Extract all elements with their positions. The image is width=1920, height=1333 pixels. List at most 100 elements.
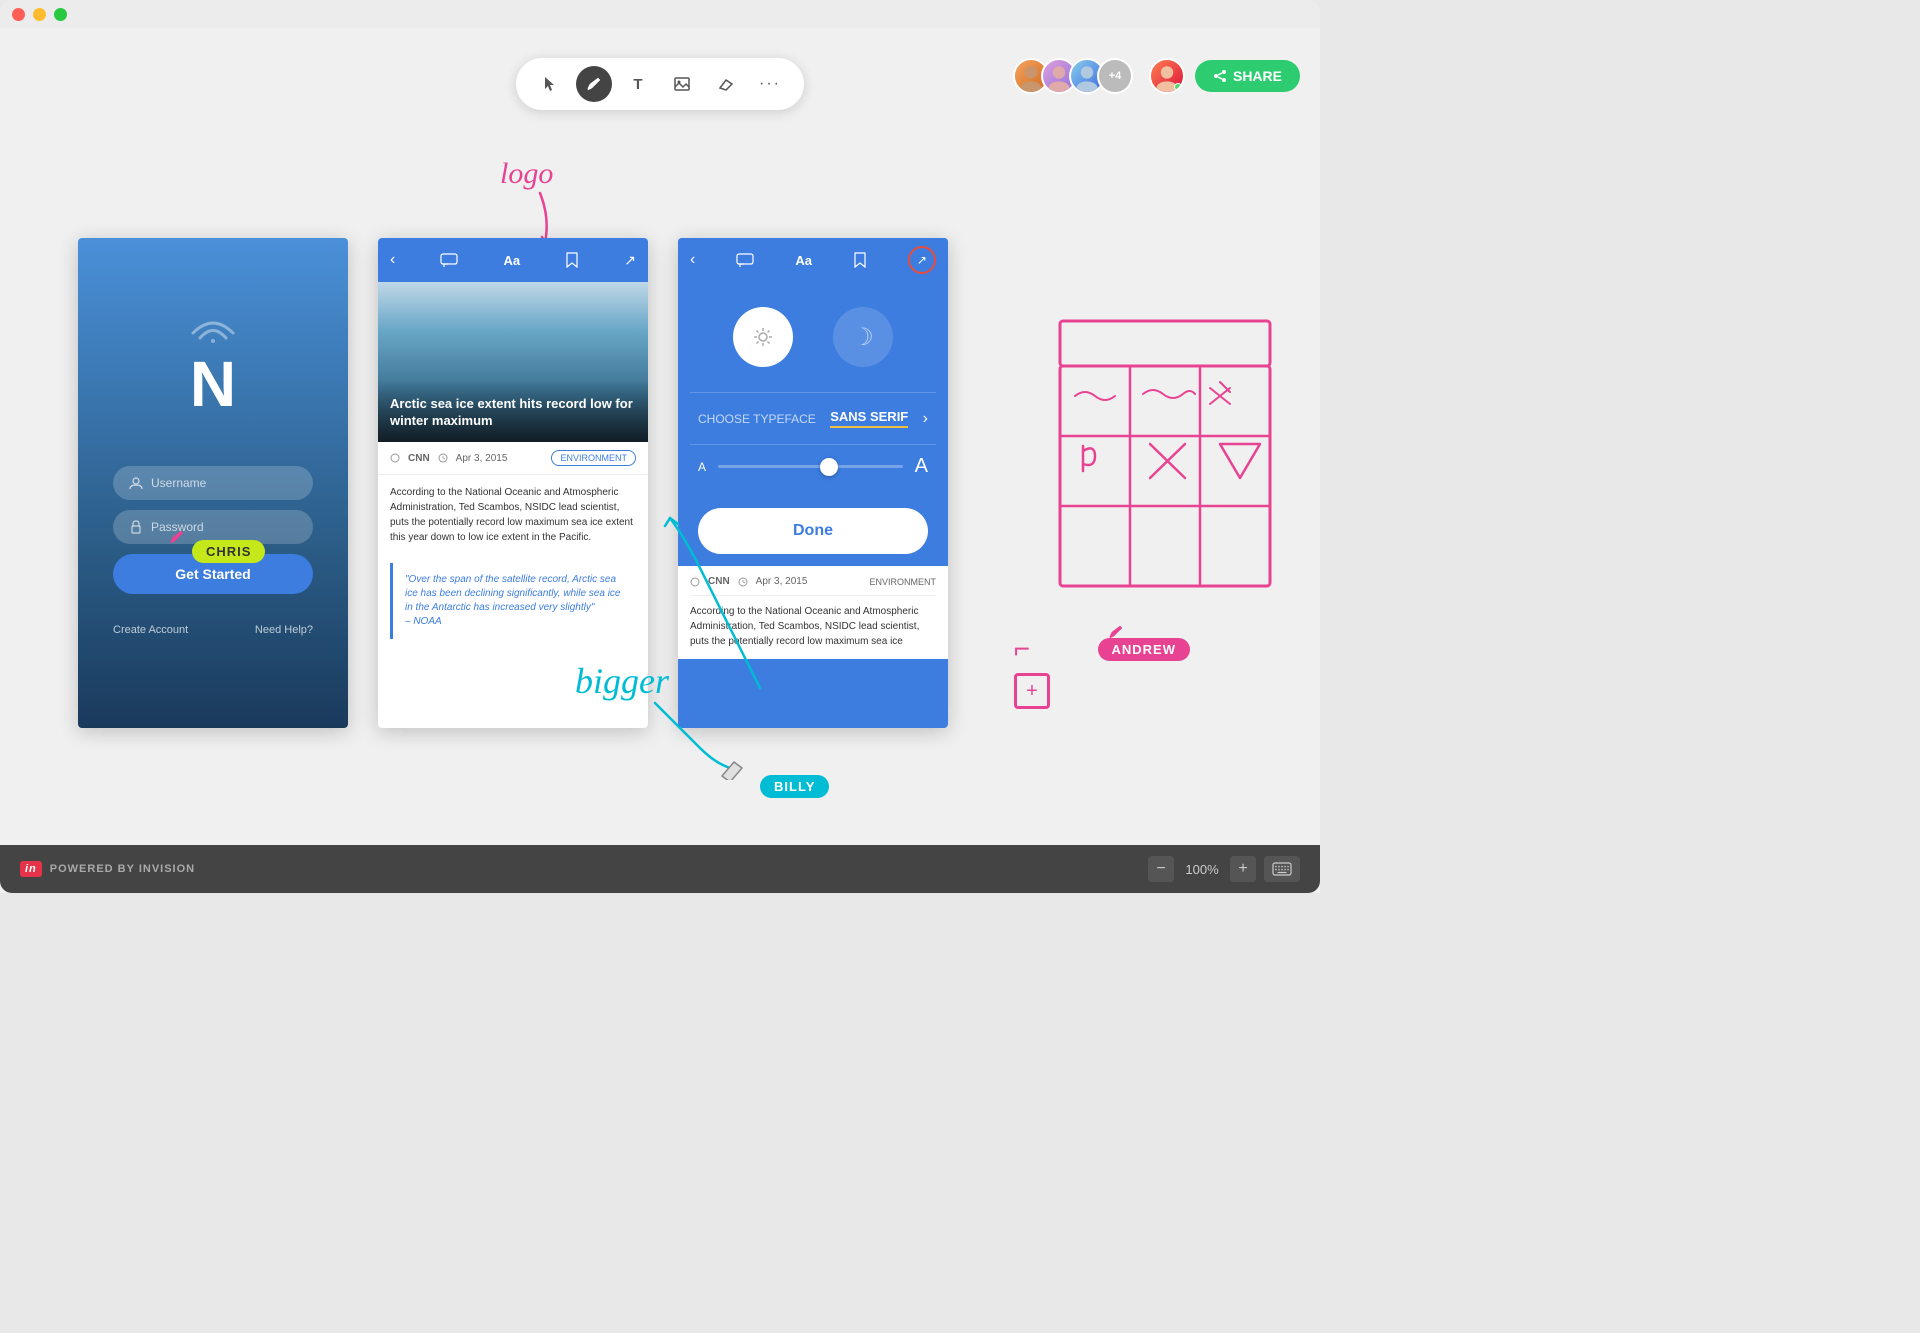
reader-article-bottom: CNN Apr 3, 2015 ENVIRONMENT According to…	[678, 566, 948, 659]
avatar-group: +4	[1013, 58, 1133, 94]
reader-typeface-row: CHOOSE TYPEFACE SANS SERIF ›	[678, 393, 948, 444]
andrew-user-label: ANDREW	[1098, 638, 1191, 661]
canvas: T ··· +4	[0, 28, 1320, 893]
more-tool[interactable]: ···	[752, 66, 788, 102]
typeface-value-area: SANS SERIF	[830, 409, 908, 428]
reader-source: CNN	[708, 576, 730, 587]
back-icon[interactable]: ‹	[390, 251, 395, 269]
bigger-svg: bigger	[555, 648, 755, 768]
image-tool[interactable]	[664, 66, 700, 102]
chris-user-label: CHRIS	[192, 540, 265, 563]
article-body: According to the National Oceanic and At…	[378, 475, 648, 555]
article-header: ‹ Aa ↗	[378, 238, 648, 282]
need-help-link[interactable]: Need Help?	[255, 624, 313, 636]
pencil-icon	[168, 528, 186, 546]
size-large-label: A	[915, 455, 928, 478]
done-button[interactable]: Done	[698, 508, 928, 554]
share-button[interactable]: SHARE	[1195, 60, 1300, 92]
login-footer: Create Account Need Help?	[113, 624, 313, 636]
keyboard-icon-svg	[1272, 862, 1292, 876]
text-tool[interactable]: T	[620, 66, 656, 102]
reader-header: ‹ Aa ↗	[678, 238, 948, 282]
password-field[interactable]: Password	[113, 510, 313, 544]
comment-icon	[440, 253, 458, 267]
window-chrome	[0, 0, 1320, 28]
billy-user-label: BILLY	[760, 775, 829, 798]
reader-typeface-btn[interactable]: Aa	[795, 253, 812, 268]
eraser-svg	[718, 758, 746, 780]
reader-clock-icon	[738, 577, 748, 587]
article-meta: CNN Apr 3, 2015 ENVIRONMENT	[378, 442, 648, 475]
reader-source-icon	[690, 577, 700, 587]
chris-pencil-icon	[168, 528, 186, 551]
reader-date: Apr 3, 2015	[756, 576, 808, 587]
size-slider-thumb[interactable]	[820, 458, 838, 476]
external-link-circled[interactable]: ↗	[908, 246, 936, 274]
article-image: Arctic sea ice extent hits record low fo…	[378, 282, 648, 442]
dark-theme-btn[interactable]: ☽	[833, 307, 893, 367]
user-icon	[129, 476, 143, 490]
plus-sketch-button: +	[1014, 673, 1050, 709]
article-quote: "Over the span of the satellite record, …	[390, 563, 636, 639]
size-small-label: A	[698, 460, 706, 474]
sketch-table-svg	[1055, 316, 1275, 596]
invision-logo: in	[20, 861, 42, 877]
eraser-icon-area	[718, 758, 746, 785]
typeface-label: CHOOSE TYPEFACE	[698, 412, 816, 426]
reader-size-row: A A	[678, 445, 948, 488]
reader-comment-icon	[736, 253, 754, 267]
reader-back-icon[interactable]: ‹	[690, 251, 695, 269]
article-source: CNN	[408, 453, 430, 464]
reader-article-meta: CNN Apr 3, 2015 ENVIRONMENT	[690, 576, 936, 596]
reader-article-body: According to the National Oceanic and At…	[690, 604, 936, 649]
invision-badge: in POWERED BY INVISION	[20, 861, 195, 877]
avatar-count: +4	[1097, 58, 1133, 94]
share-icon	[1213, 69, 1227, 83]
source-icon	[390, 453, 400, 463]
login-logo-n: N	[190, 352, 236, 416]
article-title: Arctic sea ice extent hits record low fo…	[390, 396, 636, 430]
login-fields: Username Password Get Started	[113, 466, 313, 594]
create-account-link[interactable]: Create Account	[113, 624, 188, 636]
powered-by-text: POWERED BY INVISION	[50, 863, 195, 875]
reader-bookmark-icon	[853, 252, 867, 268]
traffic-light-minimize[interactable]	[33, 8, 46, 21]
more-icon: ···	[759, 75, 781, 93]
avatar-online	[1149, 58, 1185, 94]
sun-icon	[752, 326, 774, 348]
moon-icon: ☽	[852, 323, 874, 352]
zoom-in-button[interactable]: +	[1230, 856, 1256, 882]
sketch-table	[1055, 316, 1265, 601]
eraser-tool[interactable]	[708, 66, 744, 102]
text-tool-icon: T	[633, 76, 642, 93]
logo-annotation-text: logo	[500, 157, 553, 190]
keyboard-button[interactable]	[1264, 856, 1300, 882]
clock-icon	[438, 453, 448, 463]
lock-icon	[129, 520, 143, 534]
zoom-controls: − 100% +	[1148, 856, 1300, 882]
traffic-light-fullscreen[interactable]	[54, 8, 67, 21]
pen-tool[interactable]	[576, 66, 612, 102]
article-tag: ENVIRONMENT	[551, 450, 636, 466]
typeface-chevron[interactable]: ›	[923, 410, 928, 428]
username-field[interactable]: Username	[113, 466, 313, 500]
reader-tag: ENVIRONMENT	[869, 577, 936, 587]
zoom-value: 100%	[1182, 862, 1222, 877]
light-theme-btn[interactable]	[733, 307, 793, 367]
wifi-icon	[188, 308, 238, 343]
typeface-btn[interactable]: Aa	[503, 253, 520, 268]
zoom-out-button[interactable]: −	[1148, 856, 1174, 882]
external-link-icon[interactable]: ↗	[624, 252, 636, 269]
screen-login: N Username Password Get Started Create A…	[78, 238, 348, 728]
wifi-icon-area	[188, 308, 238, 348]
bottom-bar: in POWERED BY INVISION − 100% +	[0, 845, 1320, 893]
traffic-light-close[interactable]	[12, 8, 25, 21]
cursor-tool[interactable]	[532, 66, 568, 102]
bigger-text: bigger	[575, 661, 670, 701]
header-right: +4 SHARE	[1013, 58, 1300, 94]
andrew-bracket: ⌐	[1014, 633, 1030, 665]
article-image-overlay: Arctic sea ice extent hits record low fo…	[378, 380, 648, 442]
size-slider[interactable]	[718, 465, 903, 468]
bookmark-icon	[565, 252, 579, 268]
external-link-icon-circled: ↗	[917, 253, 927, 267]
